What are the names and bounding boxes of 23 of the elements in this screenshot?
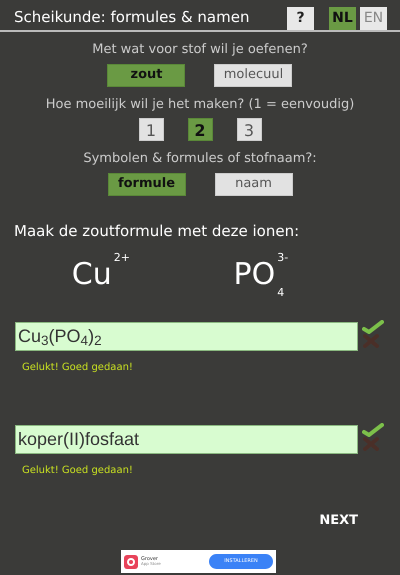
option-button[interactable]: 1 xyxy=(138,118,164,141)
option-button[interactable]: 3 xyxy=(236,118,262,141)
option-button[interactable]: molecuul xyxy=(214,64,292,86)
language-tab[interactable]: NL xyxy=(329,7,356,30)
help-button[interactable]: ? xyxy=(287,7,314,30)
cross-icon xyxy=(363,334,379,348)
language-tab[interactable]: EN xyxy=(360,7,387,30)
option-button[interactable]: 2 xyxy=(188,118,212,141)
settings-question: Symbolen & formules of stofnaam?: xyxy=(83,150,317,168)
feedback-message: Gelukt! Goed gedaan! xyxy=(22,361,134,375)
app-logo-icon xyxy=(124,554,138,568)
settings-question: Hoe moeilijk wil je het maken? (1 = eenvoudig) xyxy=(46,96,354,114)
exercise-prompt: Maak de zoutformule met deze ionen: xyxy=(14,220,300,242)
app-title: Scheikunde: formules & namen xyxy=(14,6,250,28)
option-button[interactable]: zout xyxy=(107,64,186,86)
option-button[interactable]: formule xyxy=(108,172,186,196)
feedback-message: Gelukt! Goed gedaan! xyxy=(22,464,134,478)
next-button[interactable]: NEXT xyxy=(319,511,358,530)
answer-field[interactable]: Cu$_{3}$(PO$_{4}$)$_{2}$ xyxy=(15,322,358,351)
cross-icon xyxy=(363,436,379,450)
option-button[interactable]: naam xyxy=(214,172,292,196)
answer-field[interactable]: koper(II)fosfaat xyxy=(15,425,358,454)
settings-question: Met wat voor stof wil je oefenen? xyxy=(92,41,308,59)
